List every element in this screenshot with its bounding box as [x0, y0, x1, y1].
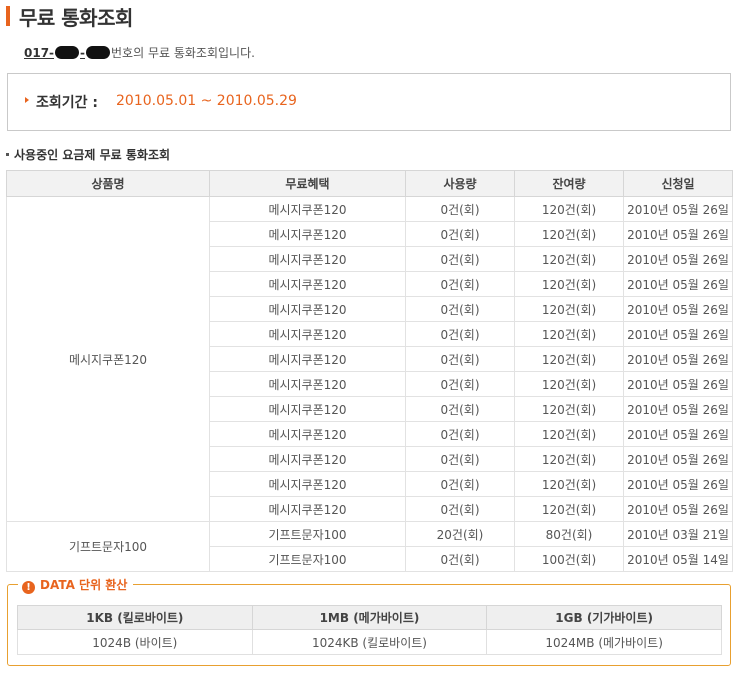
- redacted-mask: [55, 46, 80, 59]
- usage-body: 메시지쿠폰120 메시지쿠폰120 0건(회) 120건(회) 2010년 05월 26…: [6, 196, 733, 572]
- benefit-cell: 메시지쿠폰120: [209, 271, 406, 297]
- date-cell: 2010년 05월 26일: [623, 221, 733, 247]
- used-cell: 0건(회): [405, 296, 515, 322]
- benefit-cell: 메시지쿠폰120: [209, 446, 406, 472]
- table-row: 기프트문자100 기프트문자100 20건(회) 80건(회) 2010년 03월 21…: [6, 521, 733, 572]
- product-name-cell: 기프트문자100: [6, 521, 210, 572]
- benefit-cell: 메시지쿠폰120: [209, 346, 406, 372]
- date-cell: 2010년 05월 26일: [623, 296, 733, 322]
- data-unit-legend-text: DATA 단위 환산: [40, 578, 128, 592]
- remaining-cell: 120건(회): [514, 271, 624, 297]
- used-cell: 0건(회): [405, 371, 515, 397]
- exclamation-icon: !: [22, 581, 35, 594]
- benefit-cell: 메시지쿠폰120: [209, 471, 406, 497]
- date-cell: 2010년 05월 26일: [623, 396, 733, 422]
- remaining-cell: 120건(회): [514, 371, 624, 397]
- used-cell: 0건(회): [405, 396, 515, 422]
- remaining-cell: 80건(회): [514, 521, 624, 547]
- benefit-cell: 메시지쿠폰120: [209, 371, 406, 397]
- benefit-cell: 메시지쿠폰120: [209, 296, 406, 322]
- date-cell: 2010년 05월 26일: [623, 246, 733, 272]
- date-cell: 2010년 05월 26일: [623, 321, 733, 347]
- header-benefit: 무료혜택: [209, 170, 406, 197]
- redacted-mask: [86, 46, 111, 59]
- used-cell: 0건(회): [405, 321, 515, 347]
- date-cell: 2010년 05월 26일: [623, 371, 733, 397]
- benefit-cell: 메시지쿠폰120: [209, 396, 406, 422]
- period-value: 2010.05.01 ~ 2010.05.29: [116, 93, 297, 109]
- benefit-cell: 기프트문자100: [209, 521, 406, 547]
- remaining-cell: 120건(회): [514, 246, 624, 272]
- intro-text: 017- - 번호의 무료 통화조회입니다.: [24, 44, 255, 61]
- unit-value-gb: 1024MB (메가바이트): [486, 629, 722, 655]
- date-cell: 2010년 05월 26일: [623, 196, 733, 222]
- header-date: 신청일: [623, 170, 733, 197]
- used-cell: 0건(회): [405, 346, 515, 372]
- date-cell: 2010년 05월 26일: [623, 271, 733, 297]
- data-unit-legend: ! DATA 단위 환산: [18, 576, 134, 594]
- table-row: 메시지쿠폰120 메시지쿠폰120 0건(회) 120건(회) 2010년 05월 26…: [6, 196, 733, 522]
- remaining-cell: 120건(회): [514, 296, 624, 322]
- benefit-cell: 메시지쿠폰120: [209, 421, 406, 447]
- arrow-right-icon: [25, 97, 29, 103]
- header-used: 사용량: [405, 170, 515, 197]
- phone-number-prefix: 017-: [24, 46, 55, 60]
- unit-header-mb: 1MB (메가바이트): [251, 605, 488, 630]
- remaining-cell: 120건(회): [514, 321, 624, 347]
- date-cell: 2010년 05월 26일: [623, 471, 733, 497]
- intro-suffix: 번호의 무료 통화조회입니다.: [111, 46, 255, 60]
- product-name-cell: 메시지쿠폰120: [6, 196, 210, 522]
- used-cell: 0건(회): [405, 446, 515, 472]
- remaining-cell: 120건(회): [514, 346, 624, 372]
- unit-header-gb: 1GB (기가바이트): [486, 605, 722, 630]
- unit-value-mb: 1024KB (킬로바이트): [251, 629, 488, 655]
- data-unit-header-row: 1KB (킬로바이트) 1MB (메가바이트) 1GB (기가바이트): [17, 605, 722, 630]
- remaining-cell: 120건(회): [514, 471, 624, 497]
- remaining-cell: 120건(회): [514, 446, 624, 472]
- date-cell: 2010년 05월 26일: [623, 496, 733, 522]
- data-unit-table: 1KB (킬로바이트) 1MB (메가바이트) 1GB (기가바이트) 1024…: [17, 605, 722, 655]
- used-cell: 0건(회): [405, 246, 515, 272]
- header-remaining: 잔여량: [514, 170, 624, 197]
- used-cell: 0건(회): [405, 271, 515, 297]
- benefit-cell: 메시지쿠폰120: [209, 496, 406, 522]
- remaining-cell: 120건(회): [514, 221, 624, 247]
- remaining-cell: 120건(회): [514, 396, 624, 422]
- benefit-cell: 메시지쿠폰120: [209, 196, 406, 222]
- title-accent-bar: [6, 6, 10, 26]
- date-cell: 2010년 03월 21일: [623, 521, 733, 547]
- remaining-cell: 120건(회): [514, 496, 624, 522]
- benefit-cell: 메시지쿠폰120: [209, 246, 406, 272]
- date-cell: 2010년 05월 26일: [623, 346, 733, 372]
- date-cell: 2010년 05월 26일: [623, 421, 733, 447]
- phone-number: 017- -: [24, 46, 111, 60]
- unit-value-kb: 1024B (바이트): [17, 629, 253, 655]
- benefit-cell: 메시지쿠폰120: [209, 321, 406, 347]
- used-cell: 0건(회): [405, 546, 515, 572]
- usage-table: 상품명 무료혜택 사용량 잔여량 신청일 메시지쿠폰120 메시지쿠폰120 0건(…: [6, 170, 733, 572]
- unit-header-kb: 1KB (킬로바이트): [17, 605, 253, 630]
- page-title: 무료 통화조회: [19, 6, 133, 30]
- used-cell: 0건(회): [405, 221, 515, 247]
- header-product: 상품명: [6, 170, 210, 197]
- data-unit-value-row: 1024B (바이트) 1024KB (킬로바이트) 1024MB (메가바이트…: [17, 629, 722, 655]
- bullet-icon: [6, 153, 9, 156]
- section-title: 사용중인 요금제 무료 통화조회: [6, 146, 170, 163]
- benefit-cell: 기프트문자100: [209, 546, 406, 572]
- remaining-cell: 100건(회): [514, 546, 624, 572]
- benefit-cell: 메시지쿠폰120: [209, 221, 406, 247]
- remaining-cell: 120건(회): [514, 196, 624, 222]
- section-title-text: 사용중인 요금제 무료 통화조회: [14, 148, 171, 162]
- used-cell: 0건(회): [405, 421, 515, 447]
- date-cell: 2010년 05월 26일: [623, 446, 733, 472]
- used-cell: 0건(회): [405, 496, 515, 522]
- date-cell: 2010년 05월 14일: [623, 546, 733, 572]
- remaining-cell: 120건(회): [514, 421, 624, 447]
- used-cell: 0건(회): [405, 196, 515, 222]
- usage-header-row: 상품명 무료혜택 사용량 잔여량 신청일: [6, 170, 733, 197]
- used-cell: 0건(회): [405, 471, 515, 497]
- used-cell: 20건(회): [405, 521, 515, 547]
- period-label: 조회기간 :: [36, 95, 98, 111]
